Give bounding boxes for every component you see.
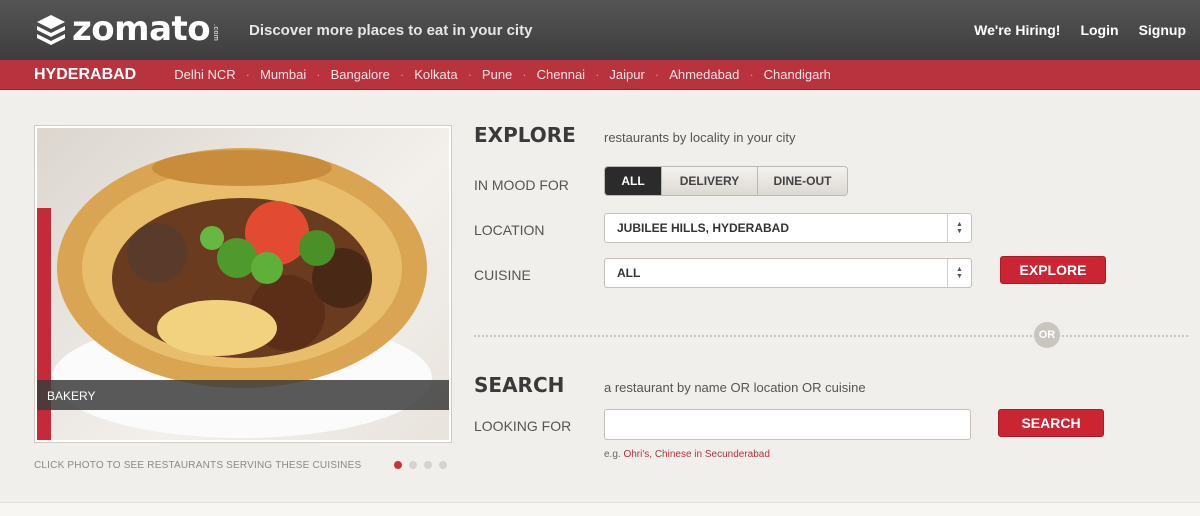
city-link[interactable]: Chennai	[537, 67, 585, 82]
city-separator: ·	[522, 67, 527, 82]
location-label: LOCATION	[474, 222, 545, 238]
section-divider	[474, 335, 1188, 337]
mood-dineout-option[interactable]: DINE-OUT	[757, 167, 847, 195]
city-separator: ·	[316, 67, 321, 82]
slide-dot[interactable]	[409, 461, 417, 469]
mood-delivery-option[interactable]: DELIVERY	[661, 167, 757, 195]
search-button[interactable]: SEARCH	[998, 409, 1104, 437]
logo-text: zomato	[72, 9, 211, 49]
top-nav: We're Hiring! Login Signup	[974, 22, 1186, 38]
city-link[interactable]: Mumbai	[260, 67, 306, 82]
cuisine-value: ALL	[617, 266, 641, 280]
photo-caption: BAKERY	[37, 380, 449, 410]
search-input[interactable]	[604, 409, 971, 440]
location-select[interactable]: JUBILEE HILLS, HYDERABAD ▲ ▼	[604, 213, 972, 243]
mood-toggle: ALL DELIVERY DINE-OUT	[604, 166, 848, 196]
mood-label: IN MOOD FOR	[474, 177, 569, 193]
tagline: Discover more places to eat in your city	[249, 22, 533, 39]
top-header: zomato .com Discover more places to eat …	[0, 0, 1200, 60]
cuisine-select[interactable]: ALL ▲ ▼	[604, 258, 972, 288]
login-link[interactable]: Login	[1080, 22, 1118, 38]
mood-all-option[interactable]: ALL	[605, 167, 661, 195]
city-link[interactable]: Bangalore	[331, 67, 390, 82]
logo-suffix: .com	[212, 24, 220, 42]
zomato-logo[interactable]: zomato .com	[34, 9, 220, 49]
city-separator: ·	[595, 67, 600, 82]
city-bar: HYDERABAD Delhi NCR · Mumbai · Bangalore…	[0, 60, 1200, 90]
example-link[interactable]: Ohri's, Chinese in Secunderabad	[623, 449, 769, 460]
signup-link[interactable]: Signup	[1139, 22, 1186, 38]
select-arrows-icon: ▲ ▼	[947, 259, 971, 287]
city-separator: ·	[245, 67, 250, 82]
city-link[interactable]: Delhi NCR	[174, 67, 235, 82]
city-separator: ·	[467, 67, 472, 82]
search-subtitle: a restaurant by name OR location OR cuis…	[604, 380, 866, 395]
city-link[interactable]: Jaipur	[609, 67, 644, 82]
city-link[interactable]: Chandigarh	[764, 67, 831, 82]
select-arrows-icon: ▲ ▼	[947, 214, 971, 242]
cuisine-label: CUISINE	[474, 267, 531, 283]
explore-button[interactable]: EXPLORE	[1000, 256, 1106, 284]
search-example: e.g. Ohri's, Chinese in Secunderabad	[604, 449, 770, 460]
city-link[interactable]: Kolkata	[414, 67, 457, 82]
cuisine-photo[interactable]: BAKERY	[34, 125, 452, 443]
photo-hint: CLICK PHOTO TO SEE RESTAURANTS SERVING T…	[34, 460, 362, 471]
city-link[interactable]: Pune	[482, 67, 512, 82]
looking-for-label: LOOKING FOR	[474, 418, 572, 434]
example-prefix: e.g.	[604, 449, 621, 460]
hiring-link[interactable]: We're Hiring!	[974, 22, 1060, 38]
slide-dot[interactable]	[439, 461, 447, 469]
city-list: Delhi NCR · Mumbai · Bangalore · Kolkata…	[174, 67, 831, 82]
current-city[interactable]: HYDERABAD	[34, 66, 136, 84]
city-separator: ·	[654, 67, 660, 82]
footer-strip	[0, 502, 1200, 516]
location-value: JUBILEE HILLS, HYDERABAD	[617, 221, 790, 235]
city-link[interactable]: Ahmedabad	[669, 67, 739, 82]
slide-dots	[394, 461, 447, 469]
or-badge: OR	[1034, 322, 1060, 348]
zomato-logo-mark-icon	[37, 15, 65, 45]
city-separator: ·	[749, 67, 754, 82]
explore-subtitle: restaurants by locality in your city	[604, 130, 796, 145]
city-separator: ·	[399, 67, 405, 82]
slide-dot[interactable]	[394, 461, 402, 469]
slide-dot[interactable]	[424, 461, 432, 469]
search-title: SEARCH	[474, 373, 565, 397]
explore-title: EXPLORE	[474, 123, 576, 147]
food-photo[interactable]: BAKERY	[37, 128, 449, 440]
